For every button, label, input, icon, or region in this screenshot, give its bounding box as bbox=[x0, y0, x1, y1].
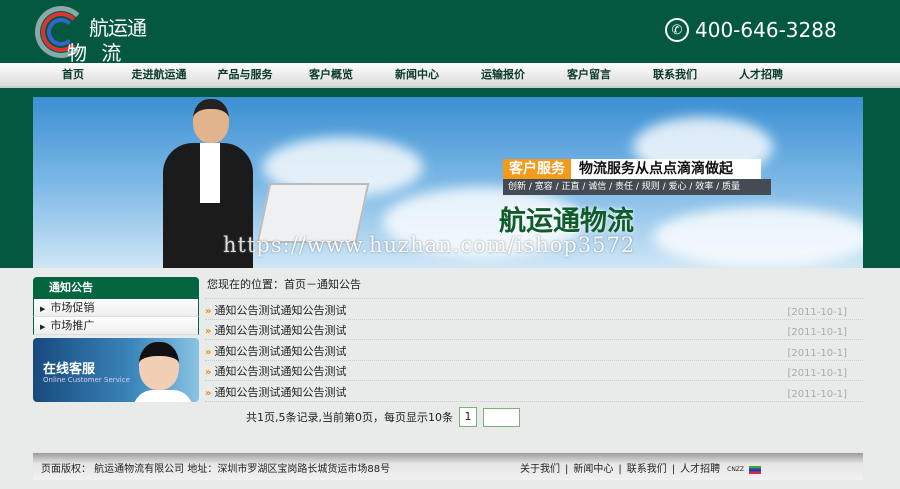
item-date: [2011-10-1] bbox=[787, 347, 847, 359]
list-item[interactable]: » 通知公告测试通知公告测试 [2011-10-1] bbox=[205, 361, 863, 382]
double-chevron-icon: » bbox=[205, 367, 212, 379]
double-chevron-icon: » bbox=[205, 305, 212, 317]
phone-icon: ✆ bbox=[665, 18, 689, 42]
sidebar-item-label: 市场促销 bbox=[50, 301, 95, 314]
list-item[interactable]: » 通知公告测试通知公告测试 [2011-10-1] bbox=[205, 340, 863, 361]
list-item[interactable]: » 通知公告测试通知公告测试 [2011-10-1] bbox=[205, 381, 863, 402]
item-date: [2011-10-1] bbox=[787, 327, 847, 339]
nav-products[interactable]: 产品与服务 bbox=[202, 63, 288, 86]
notice-list: 您现在的位置：首页－通知公告 » 通知公告测试通知公告测试 [2011-10-1] … bbox=[205, 277, 863, 402]
separator: | bbox=[565, 464, 569, 475]
banner-slogan: 物流服务从点点滴滴做起 bbox=[571, 159, 761, 179]
phone-number: ✆ 400-646-3288 bbox=[665, 18, 837, 42]
agent-image bbox=[139, 342, 179, 390]
list-item[interactable]: » 通知公告测试通知公告测试 [2011-10-1] bbox=[205, 299, 863, 320]
item-title[interactable]: 通知公告测试通知公告测试 bbox=[214, 363, 346, 379]
logo-text-2: 物 流 bbox=[67, 41, 126, 65]
footer-copyright: 页面版权： 航运通物流有限公司 地址：深圳市罗湖区宝岗路长城货运市场88号 bbox=[41, 464, 391, 475]
item-date: [2011-10-1] bbox=[787, 306, 847, 318]
separator: | bbox=[618, 464, 622, 475]
service-title: 在线客服 bbox=[43, 362, 96, 377]
service-subtitle: Online Customer Service bbox=[43, 376, 130, 384]
item-title[interactable]: 通知公告测试通知公告测试 bbox=[214, 322, 346, 338]
item-title[interactable]: 通知公告测试通知公告测试 bbox=[214, 343, 346, 359]
double-chevron-icon: » bbox=[205, 326, 212, 338]
list-item[interactable]: » 通知公告测试通知公告测试 [2011-10-1] bbox=[205, 320, 863, 341]
footer-link-about[interactable]: 关于我们 bbox=[520, 453, 560, 487]
double-chevron-icon: » bbox=[205, 387, 212, 399]
footer: 页面版权： 航运通物流有限公司 地址：深圳市罗湖区宝岗路长城货运市场88号 关于… bbox=[33, 453, 863, 480]
nav-contact[interactable]: 联系我们 bbox=[632, 63, 718, 86]
footer-link-news[interactable]: 新闻中心 bbox=[573, 453, 613, 487]
item-title[interactable]: 通知公告测试通知公告测试 bbox=[214, 384, 346, 400]
sidebar-item-label: 市场推广 bbox=[50, 319, 95, 332]
nav-home[interactable]: 首页 bbox=[30, 63, 116, 86]
nav-clients[interactable]: 客户概览 bbox=[288, 63, 374, 86]
header: 航运通 物 流 ✆ 400-646-3288 bbox=[0, 0, 900, 65]
separator: | bbox=[671, 464, 676, 475]
sidebar-item-marketing[interactable]: ▶ 市场推广 bbox=[33, 317, 199, 335]
nav-about[interactable]: 走进航运通 bbox=[116, 63, 202, 86]
online-service-banner[interactable]: 在线客服 Online Customer Service bbox=[33, 338, 199, 402]
item-date: [2011-10-1] bbox=[787, 388, 847, 400]
sidebar-item-promotion[interactable]: ▶ 市场促销 bbox=[33, 299, 199, 317]
banner-values: 创新 / 宽容 / 正直 / 诚信 / 责任 / 规则 / 爱心 / 效率 / … bbox=[503, 179, 771, 195]
nav-careers[interactable]: 人才招聘 bbox=[718, 63, 804, 86]
triangle-icon: ▶ bbox=[40, 323, 46, 331]
pagination: 共1页,5条记录,当前第0页，每页显示10条 1 bbox=[246, 407, 520, 427]
triangle-icon: ▶ bbox=[40, 305, 46, 313]
main-nav: 首页 走进航运通 产品与服务 客户概览 新闻中心 运输报价 客户留言 联系我们 … bbox=[0, 63, 900, 88]
pagination-info: 共1页,5条记录,当前第0页，每页显示10条 bbox=[246, 411, 453, 424]
page-1-button[interactable]: 1 bbox=[459, 407, 477, 427]
page-jump-input[interactable] bbox=[483, 407, 520, 427]
banner-tag: 客户服务 bbox=[503, 159, 571, 179]
phone-text: 400-646-3288 bbox=[695, 18, 837, 42]
banner: 客户服务 物流服务从点点滴滴做起 创新 / 宽容 / 正直 / 诚信 / 责任 /… bbox=[33, 97, 863, 268]
cnzz-stats-badge[interactable]: CNZZ bbox=[727, 453, 744, 487]
double-chevron-icon: » bbox=[205, 346, 212, 358]
sidebar: 通知公告 ▶ 市场促销 ▶ 市场推广 bbox=[33, 277, 199, 335]
breadcrumb: 您现在的位置：首页－通知公告 bbox=[205, 277, 863, 299]
nav-quote[interactable]: 运输报价 bbox=[460, 63, 546, 86]
item-date: [2011-10-1] bbox=[787, 368, 847, 380]
footer-link-careers[interactable]: 人才招聘 bbox=[680, 453, 720, 487]
logo[interactable]: 航运通 物 流 bbox=[35, 4, 165, 65]
stats-icon[interactable] bbox=[749, 466, 762, 474]
footer-link-contact[interactable]: 联系我们 bbox=[627, 453, 667, 487]
sidebar-title: 通知公告 bbox=[33, 277, 199, 299]
item-title[interactable]: 通知公告测试通知公告测试 bbox=[214, 302, 346, 318]
nav-messages[interactable]: 客户留言 bbox=[546, 63, 632, 86]
watermark: https://www.huzhan.com/ishop3572 bbox=[223, 233, 636, 257]
nav-news[interactable]: 新闻中心 bbox=[374, 63, 460, 86]
